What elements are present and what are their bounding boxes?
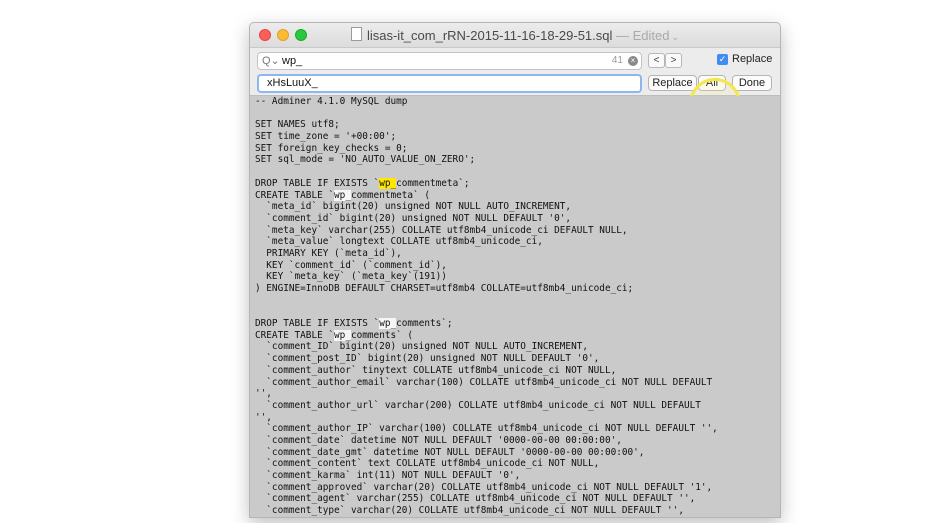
code-line: CREATE TABLE `wp_commentmeta` ( [255, 189, 430, 201]
find-input[interactable]: Q⌄ wp_ 41 × [257, 52, 642, 70]
code-line: ) ENGINE=InnoDB DEFAULT CHARSET=utf8mb4 … [255, 283, 634, 294]
code-line: `meta_key` varchar(255) COLLATE utf8mb4_… [255, 224, 628, 236]
code-line: SET sql_mode = 'NO_AUTO_VALUE_ON_ZERO'; [255, 154, 476, 166]
search-icon[interactable]: Q⌄ [262, 53, 280, 69]
code-line: `comment_approved` varchar(20) COLLATE u… [255, 481, 713, 493]
document-icon [350, 27, 362, 41]
code-line: `comment_type` varchar(20) COLLATE utf8m… [255, 505, 684, 517]
code-line: KEY `meta_key` (`meta_key`(191)) [255, 271, 447, 283]
code-line: SET time_zone = '+00:00'; [255, 131, 397, 143]
code-line: CREATE TABLE `wp_comments` ( [255, 329, 414, 341]
code-line: `comment_karma` int(11) NOT NULL DEFAULT… [255, 470, 521, 481]
code-line: -- Adminer 4.1.0 MySQL dump [255, 96, 408, 107]
next-match-button[interactable]: > [665, 53, 682, 68]
text-editor-area[interactable]: -- Adminer 4.1.0 MySQL dump SET NAMES utf… [250, 96, 780, 517]
search-match-highlight: wp_ [379, 177, 397, 189]
replace-all-button[interactable]: All [698, 75, 726, 91]
window-title: lisas-it_com_rRN-2015-11-16-18-29-51.sql… [250, 27, 780, 43]
find-query: wp_ [282, 55, 303, 67]
replace-button[interactable]: Replace [648, 75, 697, 91]
sql-code-text[interactable]: -- Adminer 4.1.0 MySQL dump SET NAMES utf… [250, 96, 780, 517]
code-line: `comment_agent` varchar(255) COLLATE utf… [255, 493, 696, 505]
title-bar[interactable]: lisas-it_com_rRN-2015-11-16-18-29-51.sql… [250, 23, 780, 48]
code-line: `comment_post_ID` bigint(20) unsigned NO… [255, 353, 600, 365]
code-line: KEY `comment_id` (`comment_id`), [255, 259, 447, 271]
match-count: 41 [611, 55, 623, 66]
code-line: `comment_author_IP` varchar(100) COLLATE… [255, 423, 718, 435]
chevron-down-icon[interactable]: ⌄ [671, 32, 679, 42]
replace-value: xHsLuuX_ [267, 77, 318, 89]
code-line: `comment_id` bigint(20) unsigned NOT NUL… [255, 212, 572, 224]
text-editor-window: lisas-it_com_rRN-2015-11-16-18-29-51.sql… [249, 22, 781, 518]
code-line: SET foreign_key_checks = 0; [255, 142, 408, 154]
code-line: '', [255, 411, 272, 423]
code-line: `comment_author_email` varchar(100) COLL… [255, 376, 713, 388]
code-line: `meta_id` bigint(20) unsigned NOT NULL A… [255, 201, 572, 213]
code-line: `comment_date` datetime NOT NULL DEFAULT… [255, 434, 622, 446]
code-line: '', [255, 388, 272, 400]
code-line: DROP TABLE IF EXISTS `wp_commentmeta`; [255, 177, 470, 189]
document-filename: lisas-it_com_rRN-2015-11-16-18-29-51.sql [366, 28, 613, 43]
code-line: `meta_value` longtext COLLATE utf8mb4_un… [255, 236, 543, 248]
search-match-highlight: wp_ [334, 329, 351, 341]
code-line: SET NAMES utf8; [255, 119, 340, 131]
replace-checkbox[interactable]: ✓ [717, 54, 728, 65]
replace-checkbox-label: Replace [732, 53, 773, 65]
find-replace-bar: Q⌄ wp_ 41 × < > ✓ Replace xHsLuuX_ Repla… [250, 48, 780, 130]
replace-input[interactable]: xHsLuuX_ [257, 74, 642, 93]
search-match-highlight: wp_ [334, 189, 351, 201]
code-line: `comment_ID` bigint(20) unsigned NOT NUL… [255, 341, 589, 353]
code-line: PRIMARY KEY (`meta_id`), [255, 247, 402, 259]
edited-status: — Edited [612, 28, 670, 43]
code-line: DROP TABLE IF EXISTS `wp_comments`; [255, 318, 453, 330]
code-line: `comment_author` tinytext COLLATE utf8mb… [255, 364, 617, 376]
clear-search-icon[interactable]: × [628, 56, 638, 66]
code-line: `comment_date_gmt` datetime NOT NULL DEF… [255, 446, 645, 458]
code-line: `comment_content` text COLLATE utf8mb4_u… [255, 458, 600, 470]
previous-match-button[interactable]: < [648, 53, 665, 68]
search-match-highlight: wp_ [379, 318, 397, 330]
done-button[interactable]: Done [732, 75, 772, 91]
code-line: `comment_author_url` varchar(200) COLLAT… [255, 399, 701, 411]
